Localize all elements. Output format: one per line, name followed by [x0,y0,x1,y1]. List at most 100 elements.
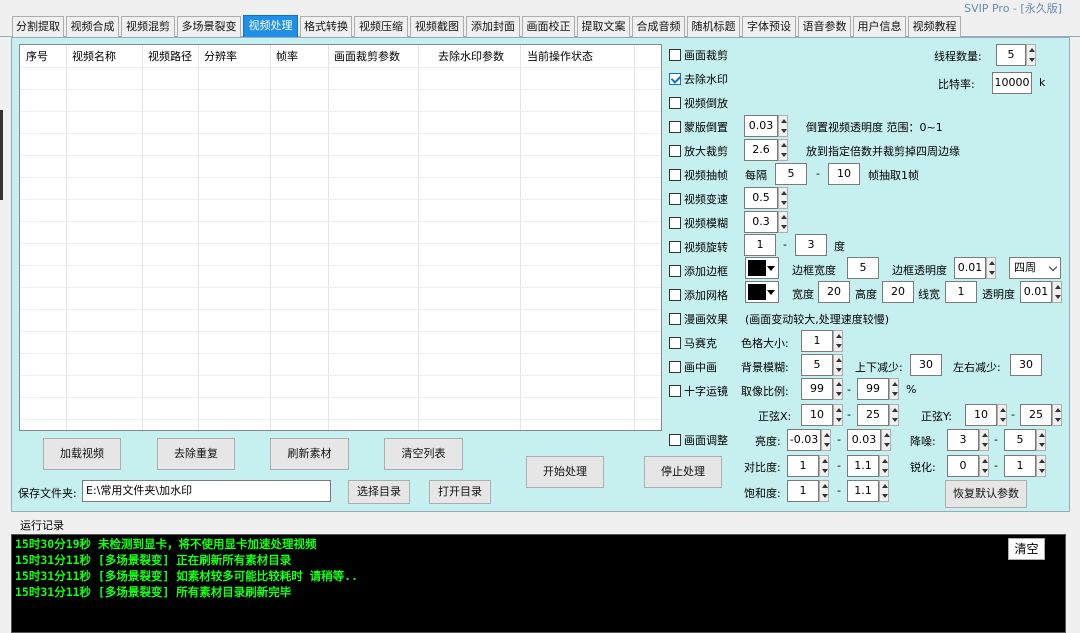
bitrate-input[interactable]: 10000 [992,72,1032,94]
checkbox-box[interactable] [669,337,681,349]
checkbox-box[interactable] [669,145,681,157]
drop-from-input[interactable]: 5 [775,163,807,185]
sharpen-from-spinner[interactable] [979,455,989,477]
saturation-from-input[interactable]: 1 [787,480,819,502]
denoise-to-input[interactable]: 5 [1004,429,1036,451]
denoise-from-spinner[interactable] [979,429,989,451]
rotate-checkbox[interactable]: 视频旋转 [669,239,728,255]
checkbox-box[interactable] [669,193,681,205]
speed-checkbox[interactable]: 视频变速 [669,191,728,207]
rotate-from-input[interactable]: 1 [744,234,776,256]
tab-video-mix[interactable]: 视频混剪 [121,16,175,37]
reset-defaults-button[interactable]: 恢复默认参数 [945,480,1027,508]
brightness-from-input[interactable]: -0.03 [787,429,821,451]
load-video-button[interactable]: 加载视频 [43,438,121,470]
pip-lr-input[interactable]: 30 [1010,354,1042,376]
border-side-select[interactable]: 四周 [1009,257,1061,279]
mosaic-size-spinner[interactable] [833,330,843,352]
tab-frame-correct[interactable]: 画面校正 [522,16,575,37]
denoise-from-input[interactable]: 3 [947,429,979,451]
brightness-to-input[interactable]: 0.03 [847,429,881,451]
contrast-to-input[interactable]: 1.1 [847,455,879,477]
checkbox-box[interactable] [669,289,681,301]
cross-y-from-spinner[interactable] [997,404,1007,426]
border-alpha-input[interactable]: 0.01 [954,257,986,279]
dedupe-button[interactable]: 去除重复 [157,438,235,470]
grid-line-input[interactable]: 1 [945,281,977,303]
contrast-from-spinner[interactable] [819,455,829,477]
cross-y-to-spinner[interactable] [1052,404,1062,426]
tab-split-extract[interactable]: 分割提取 [12,16,64,37]
mask-value-spinner[interactable] [778,115,788,137]
checkbox-box[interactable] [669,434,681,446]
col-resolution[interactable]: 分辨率 [204,48,237,64]
mosaic-checkbox[interactable]: 马赛克 [669,335,717,351]
tab-video-process[interactable]: 视频处理 [243,15,298,37]
zoom-value-spinner[interactable] [778,139,788,161]
zoom-crop-checkbox[interactable]: 放大裁剪 [669,143,728,159]
border-checkbox[interactable]: 添加边框 [669,263,728,279]
saturation-from-spinner[interactable] [819,480,829,502]
tab-random-title[interactable]: 随机标题 [687,16,740,37]
tab-user-info[interactable]: 用户信息 [853,16,906,37]
col-fps[interactable]: 帧率 [276,48,298,64]
tab-add-cover[interactable]: 添加封面 [466,16,520,37]
checkbox-box[interactable] [669,97,681,109]
col-name[interactable]: 视频名称 [72,48,116,64]
cross-to-input[interactable]: 99 [857,378,889,400]
cross-x-from-input[interactable]: 10 [801,404,833,426]
border-color-picker[interactable] [745,257,779,279]
checkbox-box[interactable] [669,73,681,85]
stop-process-button[interactable]: 停止处理 [644,456,722,488]
saturation-to-input[interactable]: 1.1 [847,480,879,502]
open-dir-button[interactable]: 打开目录 [429,480,491,504]
threads-input[interactable]: 5 [996,44,1026,66]
tab-voice-params[interactable]: 语音参数 [798,16,851,37]
save-folder-input[interactable]: E:\常用文件夹\加水印 [82,480,331,502]
mosaic-size-input[interactable]: 1 [801,330,833,352]
crop-checkbox[interactable]: 画面裁剪 [669,47,728,63]
mask-reverse-checkbox[interactable]: 蒙版倒置 [669,119,728,135]
grid-color-picker[interactable] [745,281,779,303]
tab-compose-audio[interactable]: 合成音频 [632,16,685,37]
grid-alpha-spinner[interactable] [1052,281,1062,303]
cross-from-input[interactable]: 99 [801,378,833,400]
video-list[interactable]: 序号 视频名称 视频路径 分辨率 帧率 画面裁剪参数 去除水印参数 当前操作状态 [19,44,662,431]
pip-tb-input[interactable]: 30 [910,354,942,376]
clear-list-button[interactable]: 清空列表 [384,438,463,470]
col-crop-params[interactable]: 画面裁剪参数 [334,48,400,64]
checkbox-box[interactable] [669,361,681,373]
cross-y-to-input[interactable]: 25 [1020,404,1052,426]
threads-spinner[interactable] [1026,44,1036,66]
clear-log-button[interactable]: 清空 [1008,538,1045,560]
checkbox-box[interactable] [669,385,681,397]
col-path[interactable]: 视频路径 [148,48,192,64]
contrast-from-input[interactable]: 1 [787,455,819,477]
cross-x-to-input[interactable]: 25 [857,404,889,426]
checkbox-box[interactable] [669,217,681,229]
zoom-value-input[interactable]: 2.6 [744,139,778,161]
pip-checkbox[interactable]: 画中画 [669,359,717,375]
sharpen-to-spinner[interactable] [1036,455,1046,477]
grid-alpha-input[interactable]: 0.01 [1020,281,1052,303]
sharpen-to-input[interactable]: 1 [1004,455,1036,477]
cross-from-spinner[interactable] [833,378,843,400]
blur-value-spinner[interactable] [778,211,788,233]
tab-extract-text[interactable]: 提取文案 [577,16,630,37]
drop-to-input[interactable]: 10 [828,163,860,185]
cross-x-from-spinner[interactable] [833,404,843,426]
tab-video-compress[interactable]: 视频压缩 [354,16,408,37]
grid-checkbox[interactable]: 添加网格 [669,287,728,303]
cross-to-spinner[interactable] [889,378,899,400]
col-status[interactable]: 当前操作状态 [527,48,593,64]
mask-value-input[interactable]: 0.03 [744,115,778,137]
remove-watermark-checkbox[interactable]: 去除水印 [669,71,728,87]
col-index[interactable]: 序号 [26,48,48,64]
choose-dir-button[interactable]: 选择目录 [348,480,410,504]
denoise-to-spinner[interactable] [1036,429,1046,451]
border-width-input[interactable]: 5 [847,257,879,279]
checkbox-box[interactable] [669,169,681,181]
sharpen-from-input[interactable]: 0 [947,455,979,477]
checkbox-box[interactable] [669,241,681,253]
speed-value-spinner[interactable] [778,187,788,209]
